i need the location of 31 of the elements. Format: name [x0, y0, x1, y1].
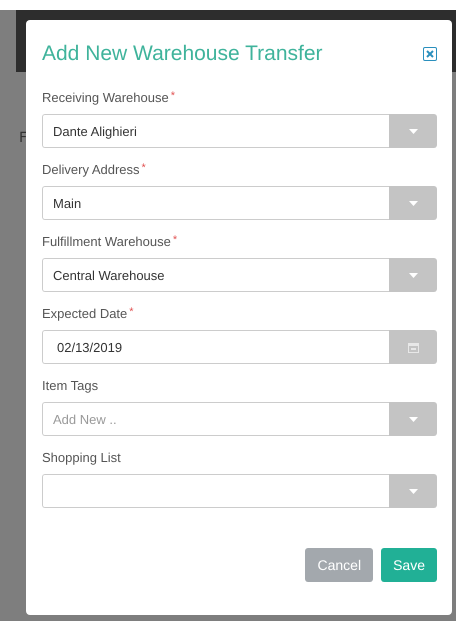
caret-icon	[408, 488, 418, 494]
dropdown-field[interactable]	[42, 474, 389, 508]
required-asterisk: *	[172, 234, 178, 246]
calendar-button[interactable]	[389, 330, 437, 364]
close-icon[interactable]	[423, 47, 437, 61]
dropdown-button[interactable]	[389, 402, 437, 436]
caret-icon	[408, 416, 418, 422]
required-asterisk: *	[129, 306, 134, 318]
dropdown-field[interactable]: Add New ..	[42, 402, 389, 436]
caret-icon	[408, 272, 418, 278]
dropdown-button[interactable]	[389, 474, 437, 508]
required-asterisk: *	[170, 90, 175, 102]
caret-icon	[408, 200, 418, 206]
caret-icon	[408, 128, 418, 134]
field-label: Shopping List	[42, 450, 121, 465]
field-label: Item Tags	[42, 378, 98, 393]
field-label: Delivery Address	[42, 162, 140, 177]
background-text: F	[19, 130, 28, 146]
dropdown-field[interactable]: Main	[42, 186, 389, 220]
calendar-icon	[408, 342, 418, 352]
dropdown-button[interactable]	[389, 186, 437, 220]
date-field[interactable]: 02/13/2019	[42, 330, 389, 364]
field-label: Fulfillment Warehouse	[42, 234, 171, 249]
dialog-title: Add New Warehouse Transfer	[42, 42, 323, 66]
field-label: Receiving Warehouse	[42, 90, 169, 105]
required-asterisk: *	[142, 162, 146, 174]
dropdown-field[interactable]: Dante Alighieri	[42, 114, 389, 148]
dropdown-field[interactable]: Central Warehouse	[42, 258, 389, 292]
field-label: Expected Date	[42, 306, 128, 321]
dropdown-button[interactable]	[389, 114, 437, 148]
dropdown-button[interactable]	[389, 258, 437, 292]
